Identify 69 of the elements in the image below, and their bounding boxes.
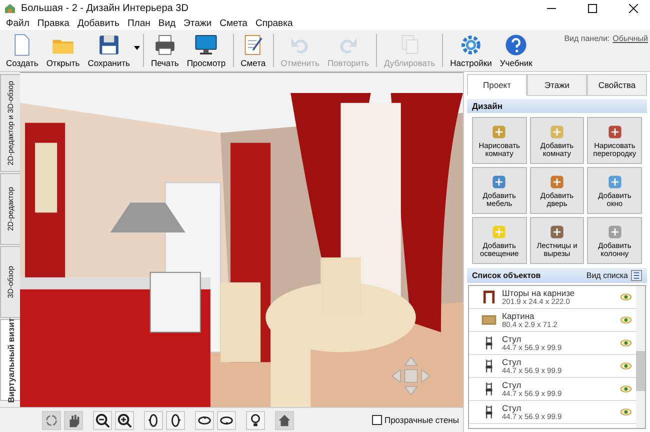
toolbar-button[interactable]: Печать [146, 31, 183, 70]
transparent-walls-checkbox[interactable]: Прозрачные стены [372, 415, 459, 425]
object-name: Стул [502, 380, 522, 390]
light-bulb-icon[interactable] [246, 410, 265, 430]
zoom-out-icon[interactable] [93, 410, 112, 430]
panel-tab[interactable]: Свойства [587, 74, 647, 96]
eye-icon[interactable] [620, 339, 632, 347]
settings-icon [459, 33, 484, 57]
menu-item[interactable]: Вид [154, 18, 180, 28]
menu-item[interactable]: Этажи [180, 18, 216, 28]
eye-icon[interactable] [620, 362, 632, 370]
panel-tab[interactable]: Этажи [527, 74, 587, 96]
monitor-icon [194, 33, 218, 57]
curtain-icon [481, 289, 497, 305]
tool-icon [548, 222, 566, 241]
tool-icon [490, 122, 508, 141]
zoom-in-icon[interactable] [115, 410, 134, 430]
toolbar-button[interactable]: Учебник [496, 31, 536, 70]
tool-icon [606, 122, 624, 141]
tool-icon [548, 122, 566, 141]
menu-item[interactable]: Смета [216, 18, 252, 28]
close-icon[interactable] [629, 4, 638, 12]
eye-icon[interactable] [620, 293, 632, 301]
maximize-icon[interactable] [588, 4, 597, 12]
toolbar-button[interactable]: Смета [236, 31, 270, 70]
toolbar-button[interactable]: Открыть [42, 31, 84, 70]
window-title: Большая - 2 - Дизайн Интерьера 3D [21, 2, 188, 14]
toolbar-button[interactable]: Создать [2, 31, 42, 70]
rotate-icon[interactable] [144, 410, 163, 430]
tool-icon [606, 222, 624, 241]
eye-icon[interactable] [620, 316, 632, 324]
printer-icon [152, 33, 177, 57]
tool-icon [490, 172, 508, 191]
object-name: Стул [502, 404, 522, 413]
tool-icon [490, 222, 508, 241]
panel-tab[interactable]: Проект [467, 74, 527, 96]
toolbar-button[interactable]: Настройки [446, 31, 496, 70]
rotate-icon[interactable] [166, 410, 185, 430]
panel-view-link[interactable]: Обычный [612, 34, 648, 70]
eye-icon[interactable] [620, 408, 632, 416]
help-icon [504, 33, 528, 57]
home-icon[interactable] [275, 410, 294, 430]
menu-item[interactable]: Добавить [73, 18, 124, 28]
object-name: Картина [502, 312, 536, 321]
rotate-icon[interactable] [195, 410, 214, 430]
eye-icon[interactable] [620, 385, 632, 393]
app-logo-icon [4, 2, 16, 14]
object-name: Стул [502, 358, 522, 367]
toolbar-button[interactable]: Просмотр [182, 31, 230, 70]
menu-item[interactable]: Файл [2, 18, 34, 28]
menu-item[interactable]: План [123, 18, 154, 28]
view-tab[interactable]: Виртуальный визит [0, 319, 20, 401]
dropdown-caret-icon[interactable] [134, 46, 140, 50]
list-view-icon[interactable] [631, 270, 642, 281]
object-name: Шторы на карнизе [502, 288, 576, 298]
menu-item[interactable]: Правка [33, 18, 74, 28]
panel-view-label: Вид панели: [564, 34, 610, 45]
tool-icon [606, 172, 624, 191]
menu-item[interactable]: Справка [251, 18, 297, 28]
scrollbar[interactable] [636, 286, 645, 428]
section-header: Список объектов [472, 271, 541, 280]
picture-frame-icon [481, 312, 497, 328]
rotate-icon[interactable] [217, 410, 236, 430]
hand-icon[interactable] [64, 410, 83, 430]
tool-icon [548, 172, 566, 191]
section-header: Дизайн [467, 99, 647, 113]
object-name: Стул [502, 334, 522, 344]
list-view-label: Вид списка [586, 271, 628, 280]
toolbar-button[interactable]: Сохранить [84, 31, 134, 70]
